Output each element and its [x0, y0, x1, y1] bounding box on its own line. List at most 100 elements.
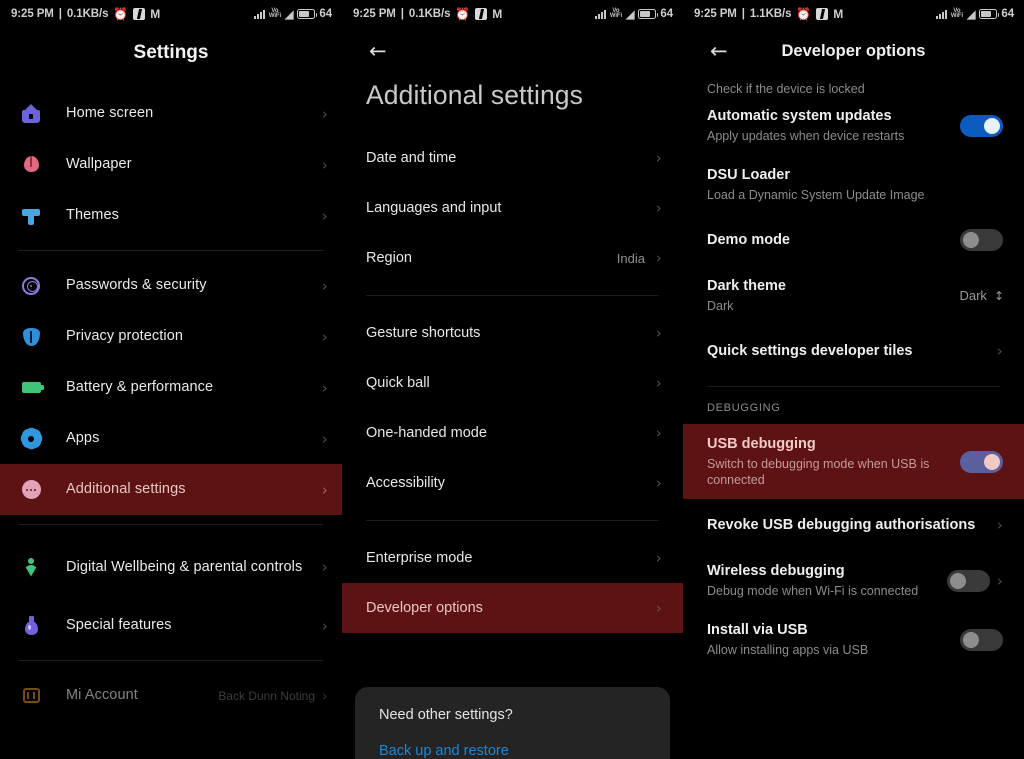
row-text: Dark theme Dark	[707, 277, 959, 314]
list-item-region[interactable]: Region India ›	[342, 233, 683, 283]
sidebar-item-wallpaper[interactable]: Wallpaper ›	[0, 139, 342, 190]
chevron-updown-icon[interactable]: ↕	[994, 290, 1004, 302]
chevron-right-icon: ›	[322, 378, 328, 397]
sidebar-item-home-screen[interactable]: Home screen ›	[0, 88, 342, 139]
row-dsu-loader[interactable]: DSU Loader Load a Dynamic System Update …	[683, 155, 1024, 214]
list-item-trailing: ›	[656, 199, 662, 217]
row-title: DSU Loader	[707, 167, 790, 183]
row-automatic-system-updates[interactable]: Automatic system updates Apply updates w…	[683, 96, 1024, 155]
settings-list: Date and time › Languages and input › Re…	[342, 133, 683, 633]
back-arrow-icon[interactable]: ←	[369, 40, 387, 62]
row-subtitle: Load a Dynamic System Update Image	[707, 188, 925, 202]
potion-icon	[18, 616, 44, 635]
list-item-date-and-time[interactable]: Date and time ›	[342, 133, 683, 183]
status-bar-2: 9:25 PM | 0.1KB/s ⏰ M Vo WiFi ◢ 64	[342, 0, 683, 28]
chevron-right-icon: ›	[322, 206, 328, 225]
fingerprint-icon	[18, 276, 44, 295]
status-bar-right-1: Vo WiFi ◢ 64	[253, 8, 332, 21]
demo-mode-toggle[interactable]	[960, 229, 1003, 251]
status-netspeed: 1.1KB/s	[749, 8, 792, 20]
status-separator: |	[58, 8, 62, 20]
battery-status-icon	[638, 9, 659, 19]
row-trailing: Dark ↕	[959, 288, 1004, 303]
row-subtitle: Debug mode when Wi-Fi is connected	[707, 584, 919, 598]
list-item-trailing: ›	[656, 474, 662, 492]
chevron-right-icon: ›	[322, 616, 328, 635]
row-dark-theme[interactable]: Dark theme Dark Dark ↕	[683, 266, 1024, 325]
sidebar-item-special-features[interactable]: Special features ›	[0, 600, 342, 651]
row-trailing: ›	[997, 342, 1003, 360]
status-bar-right-3: Vo WiFi ◢ 64	[935, 8, 1014, 21]
sidebar-item-label: Mi Account	[66, 687, 138, 703]
back-arrow-icon[interactable]: ←	[710, 40, 728, 62]
alarm-icon: ⏰	[113, 7, 129, 21]
mi-logo-icon	[18, 688, 44, 703]
wifi-icon: ◢	[285, 8, 294, 21]
app-badge-icon	[133, 8, 146, 20]
install-via-usb-toggle[interactable]	[960, 628, 1003, 651]
list-item-accessibility[interactable]: Accessibility ›	[342, 458, 683, 508]
chevron-right-icon: ›	[322, 558, 328, 576]
alarm-icon: ⏰	[796, 7, 812, 21]
sidebar-item-digital-wellbeing[interactable]: Digital Wellbeing & parental controls ›	[0, 534, 342, 600]
sidebar-item-value: Back Dunn Noting	[218, 688, 315, 703]
list-item-quick-ball[interactable]: Quick ball ›	[342, 358, 683, 408]
list-item-trailing: ›	[656, 599, 662, 617]
row-wireless-debugging[interactable]: Wireless debugging Debug mode when Wi-Fi…	[683, 551, 1024, 610]
list-item-one-handed-mode[interactable]: One-handed mode ›	[342, 408, 683, 458]
battery-percent: 64	[319, 8, 332, 20]
paintbrush-icon	[18, 207, 44, 225]
heart-person-icon	[18, 557, 44, 577]
sidebar-item-additional-settings[interactable]: Additional settings ›	[0, 464, 342, 515]
m-app-icon: M	[833, 7, 843, 21]
list-item-languages-and-input[interactable]: Languages and input ›	[342, 183, 683, 233]
sidebar-item-mi-account[interactable]: Mi Account Back Dunn Noting ›	[0, 670, 342, 721]
chevron-right-icon: ›	[322, 276, 328, 295]
chevron-right-icon: ›	[322, 104, 328, 123]
automatic-system-updates-toggle[interactable]	[960, 114, 1003, 137]
divider	[366, 295, 659, 296]
wireless-debugging-toggle[interactable]	[947, 569, 990, 592]
panel-developer-options: 9:25 PM | 1.1KB/s ⏰ M Vo WiFi ◢ 64 ← Deve…	[683, 0, 1024, 759]
status-separator: |	[400, 8, 404, 20]
chevron-right-icon[interactable]: ›	[997, 572, 1003, 590]
sidebar-item-privacy-protection[interactable]: Privacy protection ›	[0, 311, 342, 362]
chevron-right-icon: ›	[656, 199, 662, 217]
list-item-label: Languages and input	[366, 200, 502, 216]
list-item-enterprise-mode[interactable]: Enterprise mode ›	[342, 533, 683, 583]
status-bar-left-2: 9:25 PM | 0.1KB/s ⏰ M	[353, 8, 502, 20]
sidebar-item-battery-performance[interactable]: Battery & performance ›	[0, 362, 342, 413]
sidebar-item-label: Themes	[66, 207, 119, 223]
row-install-via-usb[interactable]: Install via USB Allow installing apps vi…	[683, 610, 1024, 669]
list-item-label: One-handed mode	[366, 425, 487, 441]
wifi-icon: ◢	[626, 8, 635, 21]
list-item-developer-options[interactable]: Developer options ›	[342, 583, 683, 633]
app-badge-icon	[816, 8, 829, 20]
sidebar-item-passwords-security[interactable]: Passwords & security ›	[0, 260, 342, 311]
list-item-value: India	[616, 250, 645, 266]
usb-debugging-toggle[interactable]	[960, 450, 1003, 473]
list-item-label: Developer options	[366, 600, 483, 616]
back-up-and-restore-link[interactable]: Back up and restore	[379, 743, 646, 759]
status-separator: |	[741, 8, 745, 20]
chevron-right-icon: ›	[656, 549, 662, 567]
list-item-gesture-shortcuts[interactable]: Gesture shortcuts ›	[342, 308, 683, 358]
chevron-right-icon: ›	[656, 424, 662, 442]
app-bar: ← Developer options	[683, 28, 1024, 74]
three-panel-screenshot: 9:25 PM | 0.1KB/s ⏰ M Vo WiFi ◢ 64 Settin…	[0, 0, 1024, 759]
status-netspeed: 0.1KB/s	[66, 8, 109, 20]
sidebar-item-themes[interactable]: Themes ›	[0, 190, 342, 241]
chevron-right-icon: ›	[322, 155, 328, 174]
app-badge-icon	[475, 8, 488, 20]
wifi-icon: ◢	[967, 8, 976, 21]
row-trailing	[960, 114, 1003, 137]
signal-icon	[594, 9, 606, 19]
chevron-right-icon: ›	[322, 686, 328, 705]
list-item-trailing: ›	[656, 149, 662, 167]
row-demo-mode[interactable]: Demo mode	[683, 214, 1024, 266]
row-usb-debugging[interactable]: USB debugging Switch to debugging mode w…	[683, 424, 1024, 499]
chevron-right-icon: ›	[322, 327, 328, 346]
sidebar-item-apps[interactable]: Apps ›	[0, 413, 342, 464]
row-quick-settings-developer-tiles[interactable]: Quick settings developer tiles ›	[683, 325, 1024, 377]
row-revoke-usb-debugging-authorisations[interactable]: Revoke USB debugging authorisations ›	[683, 499, 1024, 551]
